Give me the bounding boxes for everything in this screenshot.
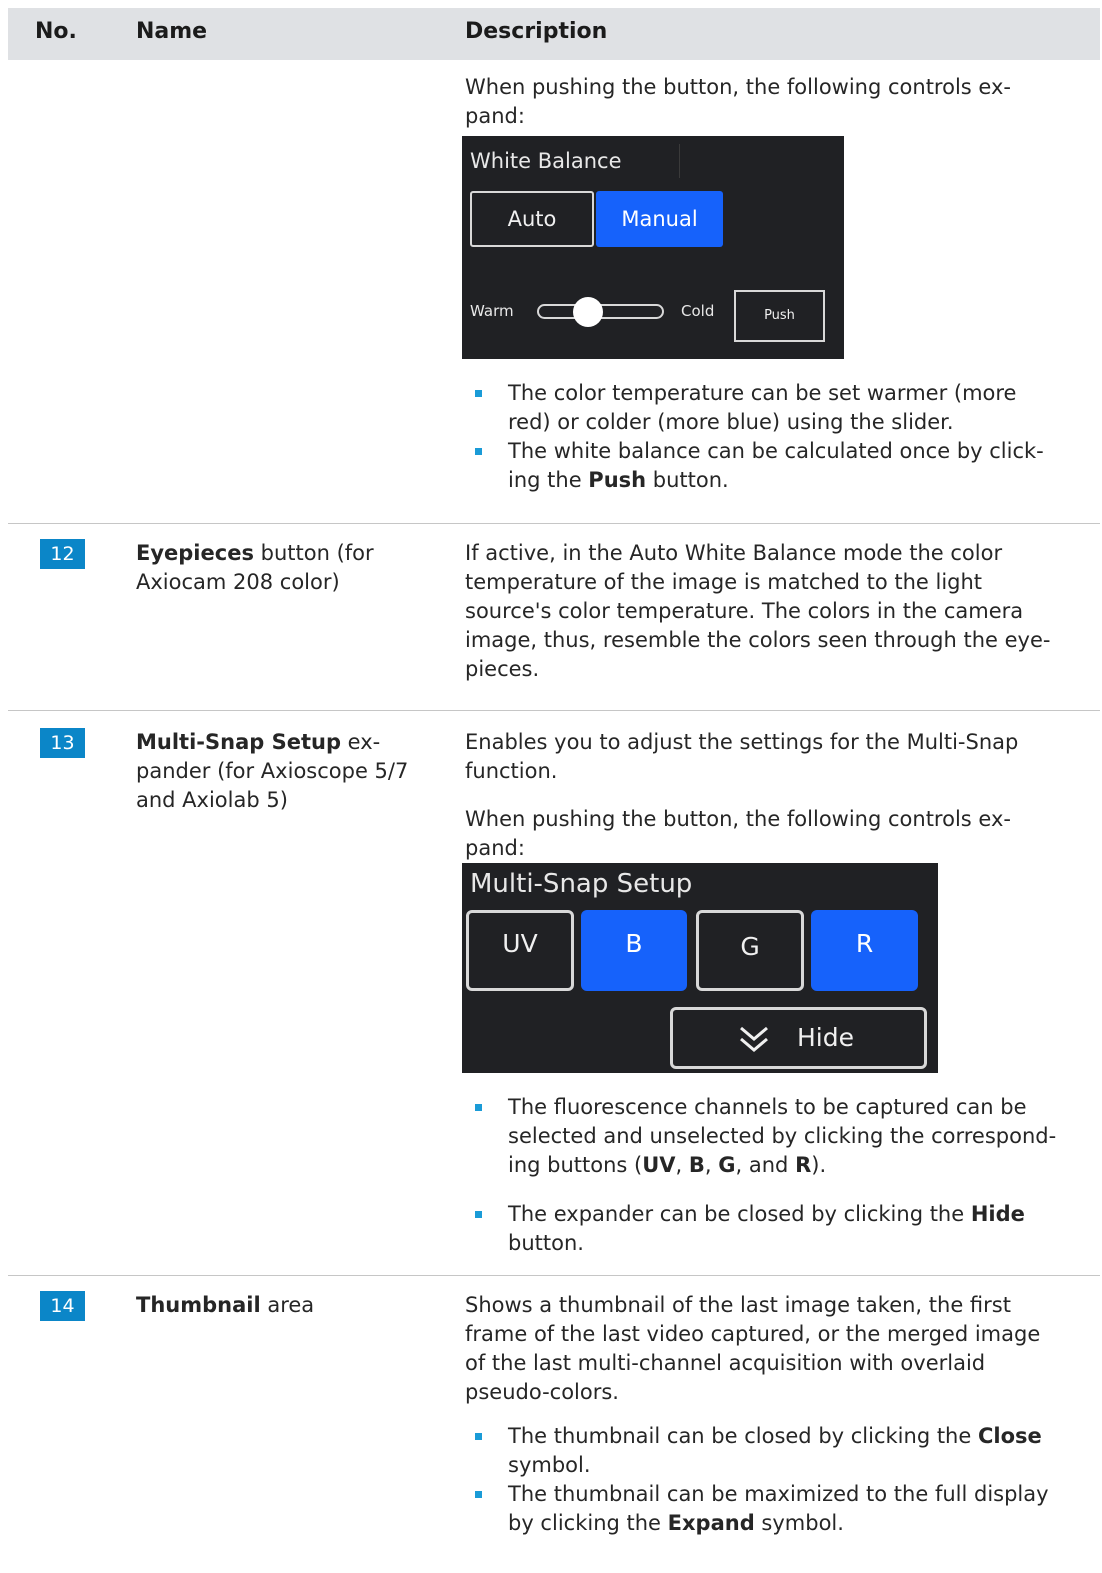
white-balance-title: White Balance <box>470 149 622 173</box>
bullet-icon <box>475 1104 482 1111</box>
bullet-icon <box>475 390 482 397</box>
paragraph: When pushing the button, the following c… <box>465 807 1011 831</box>
hide-label: Hide <box>797 1023 854 1052</box>
paragraph: Shows a thumbnail of the last image take… <box>465 1293 1011 1317</box>
bullet-icon <box>475 1491 482 1498</box>
push-button[interactable]: Push <box>734 290 825 342</box>
row-divider <box>8 523 1100 524</box>
slider-handle[interactable] <box>573 297 604 327</box>
row-name: Multi-Snap Setup ex- <box>136 730 381 754</box>
color-temperature-slider[interactable] <box>537 297 664 327</box>
list-item: button. <box>508 1231 584 1255</box>
paragraph: function. <box>465 759 558 783</box>
row-number-badge: 12 <box>40 539 85 569</box>
paragraph: When pushing the button, the following c… <box>465 75 1011 99</box>
paragraph: temperature of the image is matched to t… <box>465 570 983 594</box>
row-name: pander (for Axioscope 5/7 <box>136 759 409 783</box>
paragraph: pieces. <box>465 657 540 681</box>
paragraph: of the last multi-channel acquisition wi… <box>465 1351 986 1375</box>
list-item: by clicking the Expand symbol. <box>508 1511 844 1535</box>
list-item: The expander can be closed by clicking t… <box>508 1202 1025 1226</box>
row-name: Axiocam 208 color) <box>136 570 340 594</box>
bullet-icon <box>475 1211 482 1218</box>
paragraph: pand: <box>465 836 525 860</box>
list-item: selected and unselected by clicking the … <box>508 1124 1057 1148</box>
double-chevron-down-icon <box>740 1026 768 1052</box>
column-header-no: No. <box>35 19 77 44</box>
b-channel-button[interactable]: B <box>581 910 687 991</box>
row-divider <box>8 710 1100 711</box>
column-header-name: Name <box>136 19 208 44</box>
white-balance-panel: White Balance Auto Manual Warm Cold Push <box>462 136 844 359</box>
table-header: No. Name Description <box>8 8 1100 60</box>
row-name: Eyepieces button (for <box>136 541 374 565</box>
list-item: The thumbnail can be closed by clicking … <box>508 1424 1042 1448</box>
cold-label: Cold <box>681 302 715 320</box>
list-item: ing buttons (UV, B, G, and R). <box>508 1153 827 1177</box>
g-channel-button[interactable]: G <box>696 910 804 991</box>
row-number-badge: 13 <box>40 728 85 758</box>
paragraph: Enables you to adjust the settings for t… <box>465 730 1019 754</box>
list-item: ing the Push button. <box>508 468 729 492</box>
column-header-description: Description <box>465 19 608 44</box>
auto-button[interactable]: Auto <box>470 191 594 247</box>
list-item: red) or colder (more blue) using the sli… <box>508 410 954 434</box>
warm-label: Warm <box>470 302 514 320</box>
row-number-badge: 14 <box>40 1291 85 1321</box>
list-item: The color temperature can be set warmer … <box>508 381 1017 405</box>
list-item: The thumbnail can be maximized to the fu… <box>508 1482 1049 1506</box>
paragraph: image, thus, resemble the colors seen th… <box>465 628 1051 652</box>
list-item: symbol. <box>508 1453 591 1477</box>
row-name: and Axiolab 5) <box>136 788 288 812</box>
paragraph: pseudo-colors. <box>465 1380 619 1404</box>
paragraph: source's color temperature. The colors i… <box>465 599 1024 623</box>
paragraph: If active, in the Auto White Balance mod… <box>465 541 1003 565</box>
row-name: Thumbnail area <box>136 1293 315 1317</box>
paragraph: pand: <box>465 104 525 128</box>
divider <box>679 144 680 178</box>
paragraph: frame of the last video captured, or the… <box>465 1322 1041 1346</box>
r-channel-button[interactable]: R <box>811 910 918 991</box>
manual-button[interactable]: Manual <box>596 191 723 247</box>
bullet-icon <box>475 1433 482 1440</box>
list-item: The white balance can be calculated once… <box>508 439 1044 463</box>
list-item: The fluorescence channels to be captured… <box>508 1095 1027 1119</box>
hide-button[interactable]: Hide <box>670 1007 927 1069</box>
row-divider <box>8 1275 1100 1276</box>
uv-channel-button[interactable]: UV <box>466 910 574 991</box>
multi-snap-setup-title: Multi-Snap Setup <box>470 869 693 899</box>
bullet-icon <box>475 448 482 455</box>
multi-snap-setup-panel: Multi-Snap Setup UV B G R Hide <box>462 863 938 1073</box>
